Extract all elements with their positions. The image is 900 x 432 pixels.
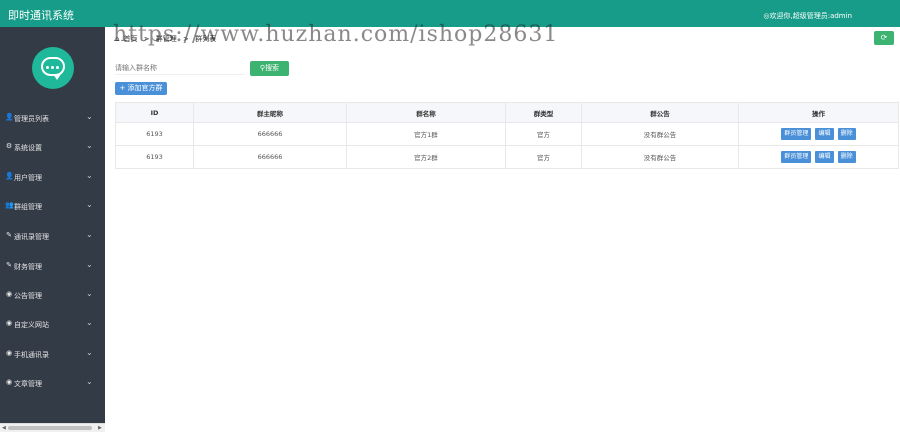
welcome-text: ◎欢迎你,超级管理员:admin (763, 12, 852, 20)
chevron-down-icon: ⌄ (86, 289, 93, 298)
sidebar-item-notices[interactable]: ◉ 公告管理 ⌄ (0, 284, 105, 306)
chevron-down-icon: ⌄ (86, 318, 93, 327)
chevron-down-icon: ⌄ (86, 260, 93, 269)
cell-group-name: 官方1群 (346, 122, 506, 146)
sidebar-item-label: 通讯录管理 (14, 233, 49, 241)
chevron-down-icon: ⌄ (86, 377, 93, 386)
breadcrumb: ⌂ 首页 > 群管理 > 群列表 (115, 34, 220, 44)
chevron-down-icon: ⌄ (86, 171, 93, 180)
sidebar-item-finance[interactable]: ✎ 财务管理 ⌄ (0, 255, 105, 277)
top-bar: 即时通讯系统 ◎欢迎你,超级管理员:admin (0, 0, 900, 27)
table-header-row: ID 群主昵称 群名称 群类型 群公告 操作 (115, 102, 899, 123)
sidebar: 👤 管理员列表 ⌄ ⚙ 系统设置 ⌄ 👤 用户管理 ⌄ 👥 群组管理 ⌄ ✎ 通… (0, 27, 105, 432)
table-row: 6193 666666 官方1群 官方 没有群公告 群员管理 编辑 删除 (115, 122, 899, 146)
sidebar-item-label: 财务管理 (14, 263, 42, 271)
sidebar-item-articles[interactable]: ◉ 文章管理 ⌄ (0, 372, 105, 394)
breadcrumb-current: 群列表 (195, 35, 217, 43)
cell-notice: 没有群公告 (581, 145, 739, 169)
cell-notice: 没有群公告 (581, 122, 739, 146)
sidebar-item-label: 群组管理 (14, 203, 42, 211)
users-icon: 👥 (5, 201, 14, 209)
sidebar-item-label: 文章管理 (14, 380, 42, 388)
chevron-down-icon: ⌄ (86, 141, 93, 150)
edit-icon: ✎ (6, 261, 12, 269)
chevron-down-icon: ⌄ (86, 230, 93, 239)
sidebar-item-custom-site[interactable]: ◉ 自定义网站 ⌄ (0, 313, 105, 335)
refresh-icon: ⟳ (880, 33, 888, 42)
column-header: ID (115, 102, 194, 123)
chevron-down-icon: ⌄ (86, 348, 93, 357)
scroll-left-icon[interactable]: ◀ (2, 425, 6, 431)
sidebar-item-admin-list[interactable]: 👤 管理员列表 ⌄ (0, 107, 105, 129)
search-button-label: 搜索 (265, 64, 280, 72)
cell-id: 6193 (115, 122, 194, 146)
breadcrumb-home[interactable]: 首页 (123, 35, 137, 43)
group-table: ID 群主昵称 群名称 群类型 群公告 操作 6193 666666 官方1群 … (115, 102, 899, 169)
circle-icon: ◉ (5, 319, 13, 327)
app-title: 即时通讯系统 (8, 9, 74, 22)
user-icon: 👤 (5, 113, 14, 121)
sidebar-item-label: 管理员列表 (14, 115, 49, 123)
sidebar-item-contacts[interactable]: ✎ 通讯录管理 ⌄ (0, 225, 105, 247)
cell-group-type: 官方 (505, 145, 582, 169)
table-row: 6193 666666 官方2群 官方 没有群公告 群员管理 编辑 删除 (115, 145, 899, 169)
scrollbar-thumb[interactable] (8, 426, 92, 430)
delete-button[interactable]: 删除 (837, 151, 856, 163)
user-icon: 👤 (5, 172, 14, 180)
breadcrumb-separator: > (143, 35, 150, 43)
cell-actions: 群员管理 编辑 删除 (738, 122, 899, 146)
column-header: 群公告 (581, 102, 739, 123)
plus-icon: + (119, 84, 128, 92)
circle-icon: ◉ (5, 290, 13, 298)
sidebar-item-label: 自定义网站 (14, 321, 49, 329)
edit-button[interactable]: 编辑 (815, 151, 834, 163)
sidebar-scrollbar[interactable]: ◀ ▶ (0, 423, 105, 432)
delete-button[interactable]: 删除 (837, 128, 856, 140)
circle-icon: ◉ (5, 378, 13, 386)
search-button[interactable]: ⚲搜索 (250, 61, 289, 76)
add-official-group-button[interactable]: + 添加官方群 (115, 82, 167, 95)
edit-icon: ✎ (6, 231, 12, 239)
gear-icon: ⚙ (5, 142, 13, 150)
chevron-down-icon: ⌄ (86, 112, 93, 121)
sidebar-item-label: 系统设置 (14, 144, 42, 152)
sidebar-item-system-settings[interactable]: ⚙ 系统设置 ⌄ (0, 136, 105, 158)
main-content: ⌂首页 > 群管理 > 群列表 ⟳ ⚲搜索 + 添加官方群 ID 群主昵称 群名… (105, 27, 900, 432)
cell-id: 6193 (115, 145, 194, 169)
breadcrumb-section[interactable]: 群管理 (156, 35, 177, 43)
sidebar-item-label: 手机通讯录 (14, 351, 49, 359)
sidebar-item-groups[interactable]: 👥 群组管理 ⌄ (0, 195, 105, 217)
edit-button[interactable]: 编辑 (815, 128, 834, 140)
home-icon: ⌂ (115, 35, 120, 43)
breadcrumb-separator: > (183, 35, 189, 43)
sidebar-item-users[interactable]: 👤 用户管理 ⌄ (0, 166, 105, 188)
cell-owner: 666666 (193, 145, 347, 169)
cell-group-name: 官方2群 (346, 145, 506, 169)
column-header: 群类型 (505, 102, 582, 123)
add-button-label: 添加官方群 (127, 84, 163, 92)
circle-icon: ◉ (5, 349, 13, 357)
sidebar-item-label: 公告管理 (14, 292, 42, 300)
chat-logo-icon (32, 47, 74, 89)
manage-members-button[interactable]: 群员管理 (781, 151, 812, 163)
scroll-right-icon[interactable]: ▶ (98, 425, 102, 431)
cell-actions: 群员管理 编辑 删除 (738, 145, 899, 169)
column-header: 群主昵称 (193, 102, 347, 123)
cell-group-type: 官方 (505, 122, 582, 146)
refresh-button[interactable]: ⟳ (874, 31, 894, 45)
manage-members-button[interactable]: 群员管理 (781, 128, 812, 140)
sidebar-item-label: 用户管理 (14, 174, 42, 182)
search-input[interactable] (115, 62, 245, 75)
chevron-down-icon: ⌄ (86, 200, 93, 209)
sidebar-item-phone-contacts[interactable]: ◉ 手机通讯录 ⌄ (0, 343, 105, 365)
column-header: 群名称 (346, 102, 506, 123)
cell-owner: 666666 (193, 122, 347, 146)
column-header: 操作 (738, 102, 899, 123)
